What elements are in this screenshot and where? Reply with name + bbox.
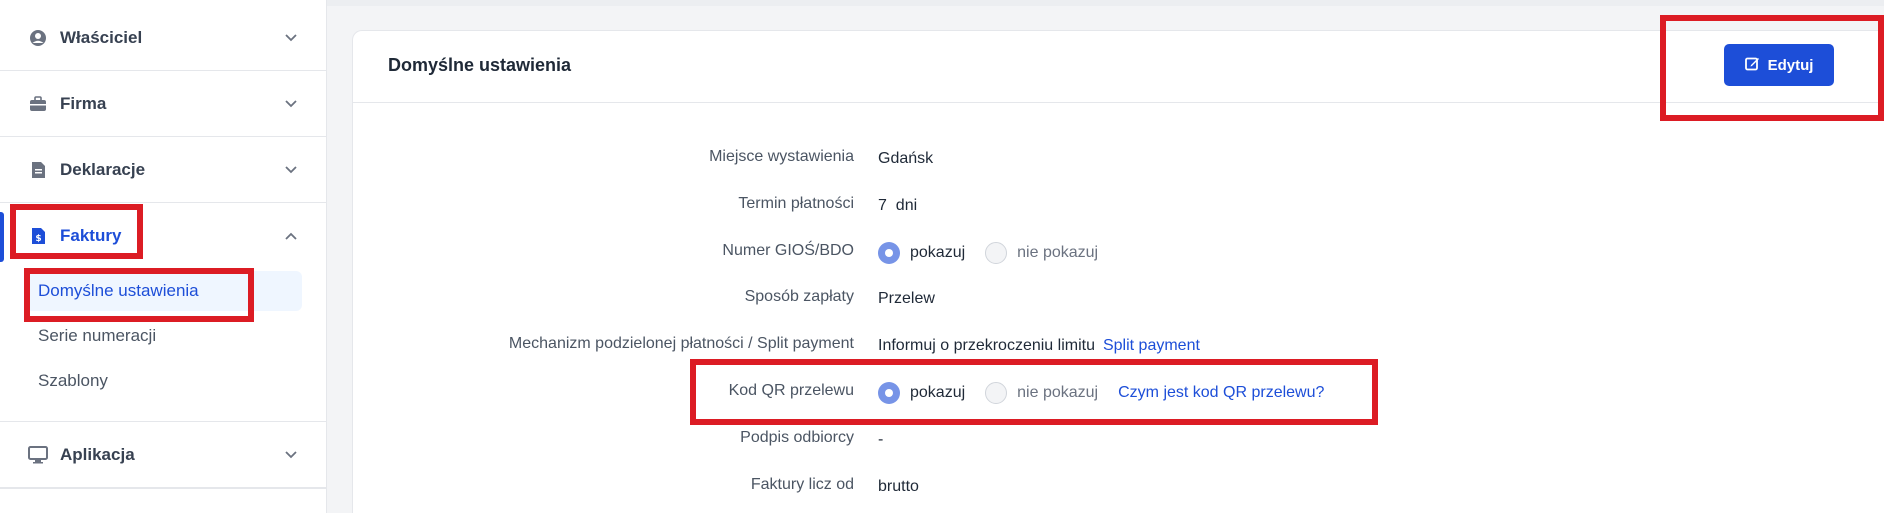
radio-pokazuj[interactable]: pokazuj xyxy=(878,382,965,404)
svg-text:$: $ xyxy=(35,234,41,244)
sidebar-item-label: Faktury xyxy=(60,226,122,245)
sidebar-item-deklaracje[interactable]: Deklaracje xyxy=(0,137,326,203)
briefcase-icon xyxy=(28,94,48,114)
field-label: Podpis odbiorcy xyxy=(740,429,854,446)
field-label: Faktury licz od xyxy=(750,476,854,493)
radio-unselected-icon xyxy=(985,382,1008,404)
field-value: - xyxy=(878,431,884,448)
chevron-up-icon xyxy=(284,229,298,243)
chevron-down-icon xyxy=(284,163,298,177)
field-value: Przelew xyxy=(878,290,935,307)
row-miejsce-wystawienia: Miejsce wystawienia Gdańsk xyxy=(353,144,1653,174)
edit-button[interactable]: Edytuj xyxy=(1724,44,1834,86)
radio-selected-icon xyxy=(878,242,900,264)
chevron-down-icon xyxy=(284,31,298,45)
sidebar: Właściciel Firma Deklaracje $ Faktury Do xyxy=(0,0,327,513)
monitor-icon xyxy=(28,445,48,465)
field-value: brutto xyxy=(878,478,919,495)
field-value: Informuj o przekroczeniu limitu Split pa… xyxy=(878,331,1200,361)
sidebar-item-aplikacja[interactable]: Aplikacja xyxy=(0,422,326,488)
divider xyxy=(0,488,326,489)
sub-item-serie-numeracji[interactable]: Serie numeracji xyxy=(26,316,302,356)
field-label: Miejsce wystawienia xyxy=(709,148,854,165)
sidebar-item-label: Aplikacja xyxy=(60,444,135,464)
row-sposob-zaplaty: Sposób zapłaty Przelew xyxy=(353,284,1653,314)
radio-group: pokazuj nie pokazuj Czym jest kod QR prz… xyxy=(878,378,1324,408)
row-numer-gios-bdo: Numer GIOŚ/BDO pokazuj nie pokazuj xyxy=(353,238,1653,268)
row-faktury-licz-od: Faktury licz od brutto xyxy=(353,472,1653,502)
field-label: Sposób zapłaty xyxy=(744,288,854,305)
invoice-icon: $ xyxy=(28,226,48,246)
field-label: Numer GIOŚ/BDO xyxy=(722,242,854,259)
settings-card: Domyślne ustawienia Edytuj Miejsce wysta… xyxy=(352,30,1884,513)
field-label: Termin płatności xyxy=(738,195,854,212)
row-podpis-odbiorcy: Podpis odbiorcy - xyxy=(353,425,1653,455)
qr-info-link[interactable]: Czym jest kod QR przelewu? xyxy=(1118,384,1324,402)
row-split-payment: Mechanizm podzielonej płatności / Split … xyxy=(353,331,1653,361)
radio-selected-icon xyxy=(878,382,900,404)
field-label: Kod QR przelewu xyxy=(728,382,854,399)
field-value: 7 dni xyxy=(878,197,918,214)
top-strip xyxy=(327,0,1884,6)
sidebar-item-label: Deklaracje xyxy=(60,159,146,179)
radio-group: pokazuj nie pokazuj xyxy=(878,238,1118,268)
field-value: Gdańsk xyxy=(878,150,934,167)
radio-nie-pokazuj[interactable]: nie pokazuj xyxy=(985,382,1098,404)
sidebar-item-firma[interactable]: Firma xyxy=(0,71,326,137)
page-title: Domyślne ustawienia xyxy=(388,55,572,75)
split-payment-link[interactable]: Split payment xyxy=(1103,337,1200,355)
sidebar-item-wlasciciel[interactable]: Właściciel xyxy=(0,5,326,71)
card-header: Domyślne ustawienia Edytuj xyxy=(353,31,1884,103)
chevron-down-icon xyxy=(284,448,298,462)
radio-unselected-icon xyxy=(985,242,1008,264)
row-termin-platnosci: Termin płatności 7 dni xyxy=(353,191,1653,221)
chevron-down-icon xyxy=(284,97,298,111)
sidebar-item-label: Właściciel xyxy=(60,27,143,47)
sidebar-item-label: Firma xyxy=(60,93,107,113)
sidebar-item-faktury[interactable]: $ Faktury xyxy=(0,203,326,269)
radio-nie-pokazuj[interactable]: nie pokazuj xyxy=(985,242,1098,264)
edit-icon xyxy=(1744,56,1760,75)
document-icon xyxy=(28,160,48,180)
radio-pokazuj[interactable]: pokazuj xyxy=(878,242,965,264)
sub-item-domyslne-ustawienia[interactable]: Domyślne ustawienia xyxy=(26,271,302,311)
user-circle-icon xyxy=(28,28,48,48)
edit-button-label: Edytuj xyxy=(1767,56,1814,74)
sub-item-szablony[interactable]: Szablony xyxy=(26,361,302,401)
split-value: Informuj o przekroczeniu limitu xyxy=(878,337,1095,354)
row-kod-qr: Kod QR przelewu pokazuj nie pokazuj Czym… xyxy=(353,378,1653,408)
field-label: Mechanizm podzielonej płatności / Split … xyxy=(508,335,854,352)
